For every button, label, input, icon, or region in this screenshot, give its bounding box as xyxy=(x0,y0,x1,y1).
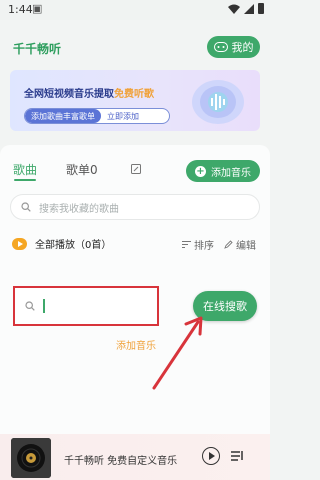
banner-subtitle[interactable]: 添加歌曲丰富歌单 立即添加 xyxy=(24,108,170,124)
status-bar: 1:44 ▣ xyxy=(0,0,270,20)
banner-add-now-link[interactable]: 立即添加 xyxy=(101,109,145,123)
app-title: 千千畅听 xyxy=(13,42,62,56)
song-search-field[interactable] xyxy=(13,286,159,326)
tab-active-indicator xyxy=(14,179,36,181)
search-icon xyxy=(21,202,31,212)
play-all-label: 全部播放（0首） xyxy=(35,240,112,251)
status-indicators xyxy=(228,3,264,14)
tab-songs[interactable]: 歌曲 xyxy=(13,161,37,178)
tab-playlists[interactable]: 歌单0 xyxy=(66,161,98,178)
play-all-icon xyxy=(12,237,27,250)
sort-button[interactable]: 排序 xyxy=(182,237,214,252)
search-input[interactable]: 搜索我收藏的歌曲 xyxy=(10,194,260,220)
search-icon xyxy=(25,301,35,311)
edit-playlist-icon[interactable] xyxy=(131,164,141,174)
sort-label: 排序 xyxy=(194,241,214,252)
sort-icon xyxy=(182,241,191,248)
play-button[interactable] xyxy=(202,447,220,465)
pencil-icon xyxy=(224,240,233,249)
notification-icon: ▣ xyxy=(32,2,43,15)
promo-banner[interactable]: 全网短视频音乐提取免费听歌 添加歌曲丰富歌单 立即添加 xyxy=(10,70,260,131)
mine-icon xyxy=(213,42,228,52)
banner-sub-text: 添加歌曲丰富歌单 xyxy=(25,109,101,123)
edit-list-button[interactable]: 编辑 xyxy=(224,237,256,252)
text-cursor xyxy=(43,299,45,313)
play-icon xyxy=(209,452,215,460)
signal-icon xyxy=(244,3,254,14)
playlist-icon[interactable] xyxy=(230,449,244,463)
edit-list-label: 编辑 xyxy=(236,241,256,252)
audio-wave-icon xyxy=(192,80,244,124)
plus-icon: + xyxy=(195,165,206,177)
player-title: 千千畅听 免费自定义音乐 xyxy=(64,456,178,467)
battery-icon xyxy=(258,3,264,14)
play-all-button[interactable]: 全部播放（0首） xyxy=(12,236,111,251)
mine-label: 我的 xyxy=(231,41,254,54)
banner-title: 全网短视频音乐提取免费听歌 xyxy=(24,85,154,100)
status-time: 1:44 xyxy=(8,3,33,16)
search-placeholder: 搜索我收藏的歌曲 xyxy=(39,203,119,215)
add-music-button[interactable]: + 添加音乐 xyxy=(186,160,260,182)
banner-title-main: 全网短视频音乐提取 xyxy=(24,89,114,100)
add-music-label: 添加音乐 xyxy=(211,167,251,179)
album-art[interactable] xyxy=(11,438,51,478)
banner-title-accent: 免费听歌 xyxy=(114,89,154,100)
wifi-icon xyxy=(228,4,240,14)
mine-button[interactable]: 我的 xyxy=(207,36,260,58)
annotation-arrow xyxy=(152,316,203,390)
